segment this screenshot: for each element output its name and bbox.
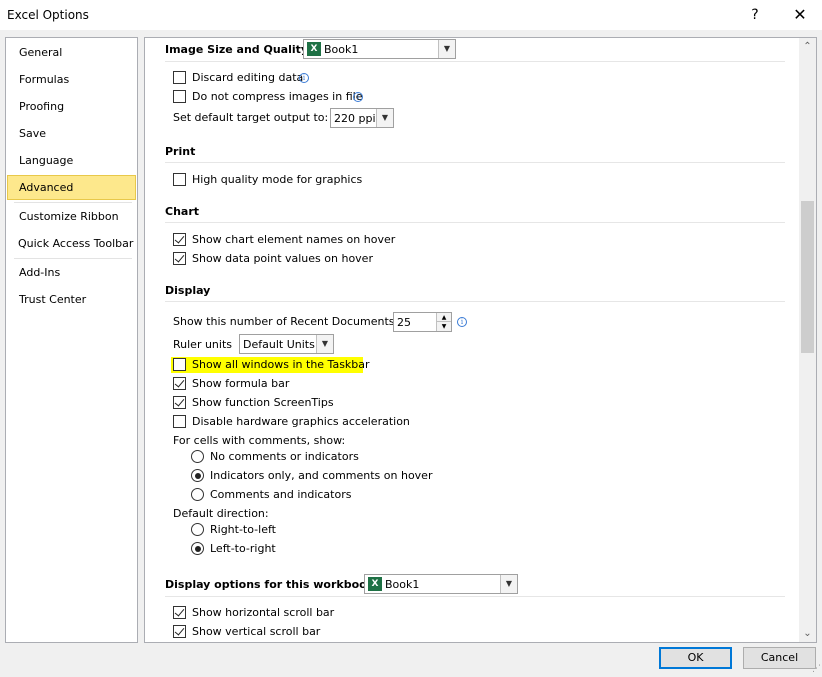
vertical-scroll-label: Show vertical scroll bar bbox=[192, 625, 321, 638]
info-icon: i bbox=[299, 73, 309, 83]
section-divider bbox=[165, 162, 785, 163]
recent-docs-label: Show this number of Recent Documents: bbox=[173, 315, 399, 328]
info-icon: i bbox=[353, 92, 363, 102]
image-workbook-value: Book1 bbox=[324, 43, 359, 56]
left-to-right-radio[interactable] bbox=[191, 542, 204, 555]
indicators-only-label: Indicators only, and comments on hover bbox=[210, 469, 433, 482]
left-to-right-label: Left-to-right bbox=[210, 542, 276, 555]
horizontal-scroll-label: Show horizontal scroll bar bbox=[192, 606, 335, 619]
vertical-scrollbar[interactable]: ⌃ ⌄ bbox=[799, 38, 816, 642]
function-screentips-checkbox[interactable] bbox=[173, 396, 186, 409]
comments-label: For cells with comments, show: bbox=[173, 434, 346, 447]
chevron-down-icon: ▼ bbox=[500, 575, 517, 593]
ruler-units-value: Default Units bbox=[243, 338, 315, 351]
nav-item-trust-center[interactable]: Trust Center bbox=[19, 293, 86, 306]
chevron-down-icon: ▼ bbox=[316, 335, 333, 353]
vertical-scroll-checkbox[interactable] bbox=[173, 625, 186, 638]
indicators-only-radio[interactable] bbox=[191, 469, 204, 482]
discard-editing-checkbox[interactable] bbox=[173, 71, 186, 84]
help-button[interactable]: ? bbox=[745, 4, 765, 26]
nav-item-customize-ribbon[interactable]: Customize Ribbon bbox=[19, 210, 119, 223]
resize-grip-icon[interactable]: ⋰ bbox=[812, 664, 821, 674]
nav-item-add-ins[interactable]: Add-Ins bbox=[19, 266, 60, 279]
section-heading-chart: Chart bbox=[165, 205, 200, 218]
section-divider bbox=[165, 301, 785, 302]
excel-icon: X bbox=[368, 577, 382, 591]
scroll-up-icon[interactable]: ⌃ bbox=[799, 38, 816, 55]
window-title: Excel Options bbox=[7, 8, 89, 22]
disable-hw-acceleration-label: Disable hardware graphics acceleration bbox=[192, 415, 410, 428]
advanced-options-panel: Image Size and Quality X Book1 ▼ Discard… bbox=[144, 37, 817, 643]
display-workbook-value: Book1 bbox=[385, 578, 420, 591]
close-button[interactable]: ✕ bbox=[788, 4, 812, 26]
comments-and-indicators-radio[interactable] bbox=[191, 488, 204, 501]
no-compress-label: Do not compress images in file bbox=[192, 90, 363, 103]
scrollbar-thumb[interactable] bbox=[801, 201, 814, 353]
disable-hw-acceleration-checkbox[interactable] bbox=[173, 415, 186, 428]
function-screentips-label: Show function ScreenTips bbox=[192, 396, 334, 409]
chevron-down-icon: ▼ bbox=[438, 40, 455, 58]
nav-item-quick-access-toolbar[interactable]: Quick Access Toolbar bbox=[18, 237, 133, 250]
nav-item-proofing[interactable]: Proofing bbox=[19, 100, 64, 113]
chart-element-names-checkbox[interactable] bbox=[173, 233, 186, 246]
section-divider bbox=[165, 596, 785, 597]
section-divider bbox=[165, 222, 785, 223]
show-all-windows-label: Show all windows in the Taskbar bbox=[192, 358, 370, 371]
section-divider bbox=[165, 61, 785, 62]
chevron-down-icon: ▼ bbox=[376, 109, 393, 127]
nav-item-general[interactable]: General bbox=[19, 46, 62, 59]
recent-docs-spinner[interactable]: 25 ▲ ▼ bbox=[393, 312, 452, 332]
ok-button[interactable]: OK bbox=[659, 647, 732, 669]
no-comments-radio[interactable] bbox=[191, 450, 204, 463]
default-direction-label: Default direction: bbox=[173, 507, 269, 520]
options-nav: General Formulas Proofing Save Language … bbox=[5, 37, 138, 643]
data-point-values-label: Show data point values on hover bbox=[192, 252, 373, 265]
nav-divider bbox=[14, 258, 132, 259]
show-all-windows-checkbox[interactable] bbox=[173, 358, 186, 371]
ruler-units-select[interactable]: Default Units ▼ bbox=[239, 334, 334, 354]
formula-bar-label: Show formula bar bbox=[192, 377, 290, 390]
chart-element-names-label: Show chart element names on hover bbox=[192, 233, 396, 246]
cancel-button[interactable]: Cancel bbox=[743, 647, 816, 669]
title-bar bbox=[0, 0, 822, 30]
comments-and-indicators-label: Comments and indicators bbox=[210, 488, 352, 501]
high-quality-graphics-checkbox[interactable] bbox=[173, 173, 186, 186]
section-heading-display: Display bbox=[165, 284, 211, 297]
info-icon: i bbox=[457, 317, 467, 327]
nav-item-save[interactable]: Save bbox=[19, 127, 46, 140]
target-output-select[interactable]: 220 ppi ▼ bbox=[330, 108, 394, 128]
image-workbook-select[interactable]: X Book1 ▼ bbox=[303, 39, 456, 59]
ruler-units-label: Ruler units bbox=[173, 338, 233, 351]
discard-editing-label: Discard editing data bbox=[192, 71, 304, 84]
formula-bar-checkbox[interactable] bbox=[173, 377, 186, 390]
no-comments-label: No comments or indicators bbox=[210, 450, 359, 463]
nav-item-formulas[interactable]: Formulas bbox=[19, 73, 69, 86]
horizontal-scroll-checkbox[interactable] bbox=[173, 606, 186, 619]
no-compress-checkbox[interactable] bbox=[173, 90, 186, 103]
section-heading-image-size: Image Size and Quality bbox=[165, 43, 309, 56]
right-to-left-label: Right-to-left bbox=[210, 523, 276, 536]
target-output-value: 220 ppi bbox=[334, 112, 376, 125]
data-point-values-checkbox[interactable] bbox=[173, 252, 186, 265]
spinner-buttons: ▲ ▼ bbox=[436, 313, 451, 331]
section-heading-print: Print bbox=[165, 145, 196, 158]
nav-item-advanced[interactable]: Advanced bbox=[7, 175, 136, 200]
scroll-down-icon[interactable]: ⌄ bbox=[799, 625, 816, 642]
high-quality-graphics-label: High quality mode for graphics bbox=[192, 173, 363, 186]
recent-docs-value: 25 bbox=[397, 316, 411, 329]
nav-divider bbox=[14, 202, 132, 203]
right-to-left-radio[interactable] bbox=[191, 523, 204, 536]
display-workbook-select[interactable]: X Book1 ▼ bbox=[364, 574, 518, 594]
excel-icon: X bbox=[307, 42, 321, 56]
nav-item-language[interactable]: Language bbox=[19, 154, 73, 167]
spin-up-icon[interactable]: ▲ bbox=[437, 313, 451, 322]
target-output-label: Set default target output to: bbox=[173, 111, 329, 124]
section-heading-workbook-display: Display options for this workbook: bbox=[165, 578, 379, 591]
spin-down-icon[interactable]: ▼ bbox=[437, 322, 451, 331]
